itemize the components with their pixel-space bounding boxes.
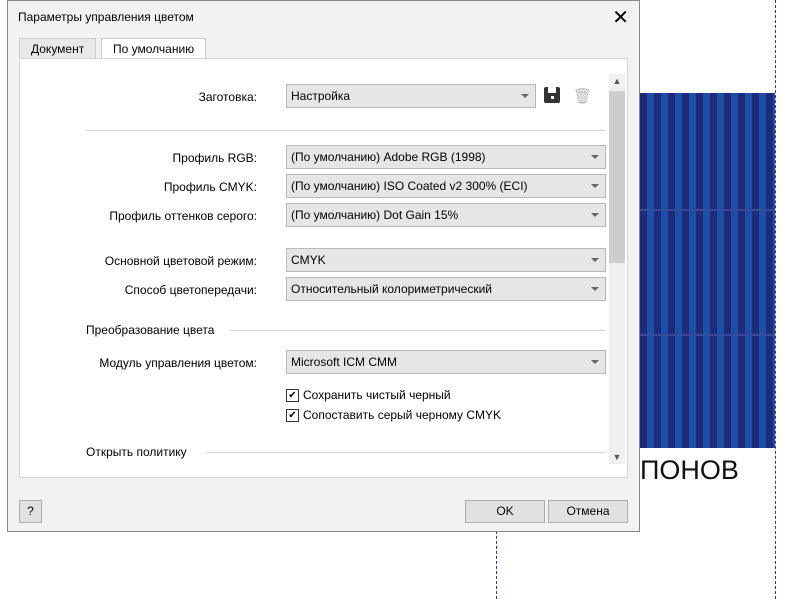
checkbox-checked-icon: ✔ xyxy=(286,408,299,422)
divider xyxy=(206,452,606,453)
policy-section-title: Открыть политику xyxy=(86,445,187,459)
cmyk-value: (По умолчанию) ISO Coated v2 300% (ECI) xyxy=(291,179,528,193)
gray-value: (По умолчанию) Dot Gain 15% xyxy=(291,208,459,222)
chevron-down-icon xyxy=(591,258,599,262)
chevron-down-icon xyxy=(591,213,599,217)
guide-line xyxy=(775,0,776,599)
background-text: ПОНОВ xyxy=(640,455,739,485)
divider xyxy=(86,130,606,131)
checkbox-label: Сохранить чистый черный xyxy=(303,388,451,402)
ok-button[interactable]: OK xyxy=(465,500,545,523)
preserve-black-checkbox[interactable]: ✔ Сохранить чистый черный xyxy=(286,388,451,402)
gray-label: Профиль оттенков серого: xyxy=(109,209,257,223)
chevron-down-icon xyxy=(591,184,599,188)
intent-label: Способ цветопередачи: xyxy=(124,283,257,297)
preset-label: Заготовка: xyxy=(198,90,257,104)
color-management-dialog: Параметры управления цветом ✕ Документ П… xyxy=(7,0,640,532)
close-icon[interactable]: ✕ xyxy=(612,5,629,30)
cmyk-profile-select[interactable]: (По умолчанию) ISO Coated v2 300% (ECI) xyxy=(286,174,606,198)
dialog-title: Параметры управления цветом xyxy=(18,10,194,24)
vertical-scrollbar[interactable]: ▲ ▼ xyxy=(609,74,625,464)
intent-value: Относительный колориметрический xyxy=(291,282,492,296)
scroll-down-icon[interactable]: ▼ xyxy=(609,452,625,462)
tab-default[interactable]: По умолчанию xyxy=(101,38,207,60)
save-icon[interactable] xyxy=(544,87,560,103)
cmm-label: Модуль управления цветом: xyxy=(99,356,257,370)
chevron-down-icon xyxy=(591,155,599,159)
divider xyxy=(230,330,606,331)
scroll-up-icon[interactable]: ▲ xyxy=(609,76,625,86)
chevron-down-icon xyxy=(521,94,529,98)
preset-value: Настройка xyxy=(291,89,351,103)
cmm-select[interactable]: Microsoft ICM CMM xyxy=(286,350,606,374)
scrollbar-thumb[interactable] xyxy=(609,91,625,263)
checkbox-label: Сопоставить серый черному CMYK xyxy=(303,408,502,422)
cmm-value: Microsoft ICM CMM xyxy=(291,355,397,369)
color-mode-select[interactable]: CMYK xyxy=(286,248,606,272)
background-artwork xyxy=(640,93,775,448)
mode-value: CMYK xyxy=(291,253,326,267)
rendering-intent-select[interactable]: Относительный колориметрический xyxy=(286,277,606,301)
gray-profile-select[interactable]: (По умолчанию) Dot Gain 15% xyxy=(286,203,606,227)
chevron-down-icon xyxy=(591,360,599,364)
trash-icon[interactable]: 🗑 xyxy=(573,87,592,105)
help-button[interactable]: ? xyxy=(19,500,42,523)
map-gray-checkbox[interactable]: ✔ Сопоставить серый черному CMYK xyxy=(286,408,501,422)
checkbox-checked-icon: ✔ xyxy=(286,388,299,402)
settings-panel: Заготовка: Настройка 🗑 Профиль RGB: (По … xyxy=(19,58,628,478)
cancel-button[interactable]: Отмена xyxy=(548,500,628,523)
chevron-down-icon xyxy=(591,287,599,291)
rgb-value: (По умолчанию) Adobe RGB (1998) xyxy=(291,150,486,164)
cmyk-label: Профиль CMYK: xyxy=(163,180,257,194)
mode-label: Основной цветовой режим: xyxy=(104,254,257,268)
conversion-section-title: Преобразование цвета xyxy=(86,323,215,337)
rgb-profile-select[interactable]: (По умолчанию) Adobe RGB (1998) xyxy=(286,145,606,169)
preset-select[interactable]: Настройка xyxy=(286,84,536,108)
tab-document[interactable]: Документ xyxy=(19,38,97,59)
rgb-label: Профиль RGB: xyxy=(172,151,257,165)
